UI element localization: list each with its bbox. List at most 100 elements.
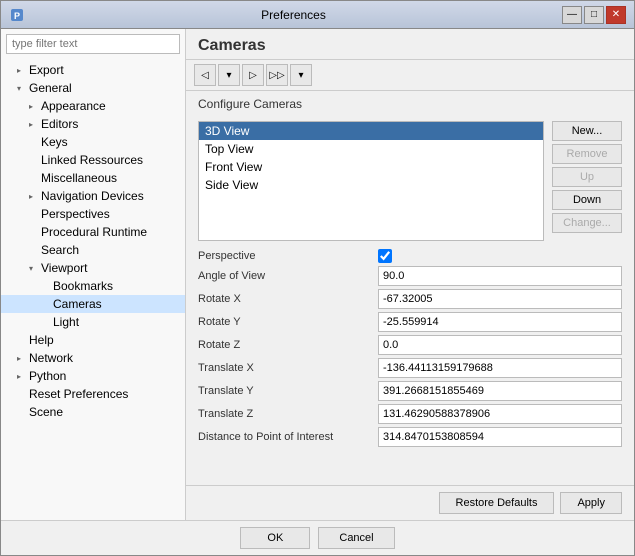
minimize-button[interactable]: — [562,6,582,24]
sidebar-item-general[interactable]: General [1,79,185,97]
ok-button[interactable]: OK [240,527,310,549]
dialog-footer: OK Cancel [1,520,634,555]
sidebar: Export General Appearance Editors Keys Linked… [1,29,186,520]
sidebar-item-label-search: Search [41,243,79,257]
sidebar-item-scene[interactable]: Scene [1,403,185,421]
sidebar-item-label-reset-preferences: Reset Preferences [29,387,128,401]
sidebar-item-appearance[interactable]: Appearance [1,97,185,115]
sidebar-item-search[interactable]: Search [1,241,185,259]
sidebar-item-miscellaneous[interactable]: Miscellaneous [1,169,185,187]
remove-camera-button[interactable]: Remove [552,144,622,164]
filter-input[interactable] [6,34,180,54]
sidebar-item-procedural-runtime[interactable]: Procedural Runtime [1,223,185,241]
camera-list-item[interactable]: Side View [199,176,543,194]
prop-label: Angle of View [198,270,378,282]
bottom-bar: Restore Defaults Apply [186,485,634,520]
close-button[interactable]: ✕ [606,6,626,24]
forward2-button[interactable]: ▷▷ [266,64,288,86]
forward-button[interactable]: ▷ [242,64,264,86]
sidebar-item-label-python: Python [29,369,66,383]
sidebar-item-label-light: Light [53,315,79,329]
sidebar-item-label-general: General [29,81,72,95]
sidebar-item-export[interactable]: Export [1,61,185,79]
prop-checkbox-perspective[interactable] [378,249,392,263]
sidebar-item-label-miscellaneous: Miscellaneous [41,171,117,185]
panel-toolbar: ◁ ▾ ▷ ▷▷ ▾ [186,60,634,91]
sidebar-item-reset-preferences[interactable]: Reset Preferences [1,385,185,403]
bottom-right-buttons: Restore Defaults Apply [439,492,622,514]
sidebar-item-label-network: Network [29,351,73,365]
prop-row: Rotate X [198,289,622,309]
camera-list-item[interactable]: Front View [199,158,543,176]
cancel-button[interactable]: Cancel [318,527,394,549]
prop-row: Translate Z [198,404,622,424]
panel-header: Cameras [186,29,634,60]
maximize-button[interactable]: □ [584,6,604,24]
prop-input[interactable] [378,289,622,309]
back-button[interactable]: ◁ [194,64,216,86]
prop-label: Rotate Z [198,339,378,351]
down-camera-button[interactable]: Down [552,190,622,210]
main-panel: Cameras ◁ ▾ ▷ ▷▷ ▾ Configure Cameras 3D … [186,29,634,520]
sidebar-item-label-bookmarks: Bookmarks [53,279,113,293]
change-camera-button[interactable]: Change... [552,213,622,233]
properties-section: Perspective Angle of View Rotate X Rotate Y… [186,245,634,485]
prop-input[interactable] [378,335,622,355]
sidebar-item-network[interactable]: Network [1,349,185,367]
new-camera-button[interactable]: New... [552,121,622,141]
prop-label: Translate Y [198,385,378,397]
prop-label: Rotate Y [198,316,378,328]
prop-input[interactable] [378,381,622,401]
prop-label: Perspective [198,250,378,262]
prop-input[interactable] [378,427,622,447]
panel-title: Cameras [198,37,266,54]
camera-buttons: New... Remove Up Down Change... [552,121,622,241]
sidebar-item-cameras[interactable]: Cameras [1,295,185,313]
sidebar-item-label-export: Export [29,63,64,77]
apply-button[interactable]: Apply [560,492,622,514]
tree-arrow-network [17,354,29,363]
sidebar-item-keys[interactable]: Keys [1,133,185,151]
sidebar-item-viewport[interactable]: Viewport [1,259,185,277]
title-bar: P Preferences — □ ✕ [1,1,634,29]
sidebar-item-label-editors: Editors [41,117,78,131]
camera-list-item[interactable]: Top View [199,140,543,158]
sidebar-item-label-scene: Scene [29,405,63,419]
window-title: Preferences [25,8,562,22]
dropdown-button[interactable]: ▾ [218,64,240,86]
prop-input[interactable] [378,404,622,424]
sidebar-item-label-linked-resources: Linked Ressources [41,153,143,167]
prop-row: Rotate Z [198,335,622,355]
sidebar-item-bookmarks[interactable]: Bookmarks [1,277,185,295]
tree-arrow-viewport [29,264,41,273]
sidebar-item-label-cameras: Cameras [53,297,102,311]
prop-input[interactable] [378,312,622,332]
window-controls: — □ ✕ [562,6,626,24]
prop-input[interactable] [378,266,622,286]
sidebar-item-perspectives[interactable]: Perspectives [1,205,185,223]
sidebar-item-label-help: Help [29,333,54,347]
prop-label: Translate Z [198,408,378,420]
prop-row: Translate Y [198,381,622,401]
tree-arrow-general [17,84,29,93]
restore-defaults-button[interactable]: Restore Defaults [439,492,555,514]
prop-label: Distance to Point of Interest [198,431,378,443]
sidebar-item-editors[interactable]: Editors [1,115,185,133]
tree-arrow-python [17,372,29,381]
sidebar-item-light[interactable]: Light [1,313,185,331]
sidebar-item-linked-resources[interactable]: Linked Ressources [1,151,185,169]
prop-row: Angle of View [198,266,622,286]
svg-text:P: P [14,11,20,21]
sidebar-item-navigation-devices[interactable]: Navigation Devices [1,187,185,205]
tree-arrow-appearance [29,102,41,111]
prop-input[interactable] [378,358,622,378]
sidebar-item-python[interactable]: Python [1,367,185,385]
up-camera-button[interactable]: Up [552,167,622,187]
prop-row: Rotate Y [198,312,622,332]
sidebar-item-label-navigation-devices: Navigation Devices [41,189,144,203]
tree: Export General Appearance Editors Keys Linked… [1,59,185,520]
content-area: Export General Appearance Editors Keys Linked… [1,29,634,520]
camera-list-item[interactable]: 3D View [199,122,543,140]
sidebar-item-help[interactable]: Help [1,331,185,349]
menu-button[interactable]: ▾ [290,64,312,86]
